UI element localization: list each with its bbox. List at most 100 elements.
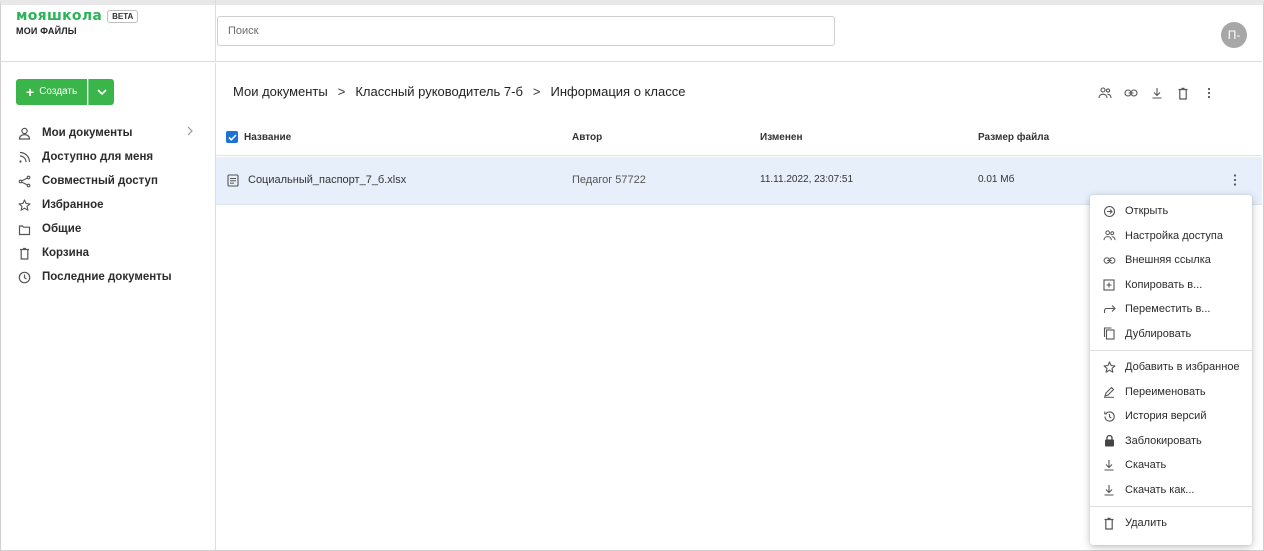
copy-plus-icon	[1102, 278, 1116, 292]
brand-logo[interactable]: мояшкола BETA МОИ ФАЙЛЫ	[16, 8, 139, 36]
menu-item-duplicate[interactable]: Дублировать	[1090, 322, 1252, 347]
brand-subtitle: МОИ ФАЙЛЫ	[16, 26, 77, 36]
star-icon	[17, 198, 31, 212]
breadcrumb-separator: >	[532, 84, 541, 99]
create-button[interactable]: + Создать	[16, 79, 88, 105]
chevron-right-icon	[187, 126, 193, 136]
menu-item-move-to[interactable]: Переместить в...	[1090, 297, 1252, 322]
breadcrumb-separator: >	[337, 84, 346, 99]
brand-name: мояшкола	[16, 8, 103, 24]
sidebar-item-recent[interactable]: Последние документы	[0, 265, 215, 289]
file-name[interactable]: Социальный_паспорт_7_б.xlsx	[248, 174, 406, 186]
column-header-modified[interactable]: Изменен	[760, 132, 803, 143]
create-dropdown-button[interactable]	[88, 79, 115, 105]
breadcrumb-item[interactable]: Мои документы	[233, 84, 328, 99]
menu-item-rename[interactable]: Переименовать	[1090, 380, 1252, 405]
beta-badge: BETA	[107, 9, 139, 23]
sidebar-item-label: Общие	[42, 223, 82, 235]
external-link-button[interactable]	[1118, 84, 1144, 102]
avatar[interactable]: П-	[1221, 22, 1247, 48]
users-icon	[1098, 87, 1112, 99]
create-button-group: + Создать	[16, 79, 115, 105]
pencil-icon	[1102, 385, 1116, 399]
delete-button[interactable]	[1170, 84, 1196, 102]
sidebar: + Создать Мои документы Доступно для мен…	[0, 63, 215, 551]
arrow-forward-icon	[1102, 302, 1116, 316]
more-vertical-icon	[1207, 87, 1211, 99]
menu-item-external-link[interactable]: Внешняя ссылка	[1090, 248, 1252, 273]
column-header-author[interactable]: Автор	[572, 132, 602, 143]
sidebar-item-label: Корзина	[42, 247, 90, 259]
sidebar-item-label: Мои документы	[42, 127, 133, 139]
sidebar-item-label: Совместный доступ	[42, 175, 158, 187]
file-size: 0.01 Мб	[978, 174, 1015, 185]
person-icon	[17, 126, 31, 140]
context-menu: Открыть Настройка доступа Внешняя ссылка…	[1090, 195, 1252, 545]
more-options-button[interactable]	[1196, 84, 1222, 102]
users-icon	[1102, 229, 1116, 243]
sidebar-item-label: Доступно для меня	[42, 151, 154, 163]
sidebar-item-favorites[interactable]: Избранное	[0, 193, 215, 217]
menu-divider	[1090, 506, 1252, 507]
rss-icon	[17, 150, 31, 164]
clock-icon	[17, 270, 31, 284]
lock-icon	[1102, 434, 1116, 448]
select-all-checkbox[interactable]	[226, 131, 238, 143]
share-icon	[17, 174, 31, 188]
menu-item-label: Настройка доступа	[1125, 229, 1223, 242]
menu-item-label: Удалить	[1125, 517, 1167, 530]
menu-item-download-as[interactable]: Скачать как...	[1090, 478, 1252, 503]
link-icon	[1124, 88, 1138, 98]
menu-item-label: Скачать как...	[1125, 483, 1195, 496]
menu-item-label: Заблокировать	[1125, 434, 1202, 447]
table-header: Название Автор Изменен Размер файла	[216, 120, 1262, 156]
column-header-name[interactable]: Название	[244, 132, 291, 143]
sidebar-item-common[interactable]: Общие	[0, 217, 215, 241]
breadcrumb-item[interactable]: Классный руководитель 7-б	[355, 84, 523, 99]
menu-item-copy-to[interactable]: Копировать в...	[1090, 273, 1252, 298]
file-modified: 11.11.2022, 23:07:51	[760, 174, 854, 185]
sidebar-item-my-documents[interactable]: Мои документы	[0, 121, 215, 145]
create-button-label: Создать	[39, 86, 78, 97]
sidebar-item-label: Избранное	[42, 199, 104, 211]
menu-item-label: Копировать в...	[1125, 278, 1203, 291]
download-icon	[1151, 87, 1163, 99]
open-icon	[1102, 204, 1116, 218]
trash-icon	[17, 246, 31, 260]
menu-item-version-history[interactable]: История версий	[1090, 404, 1252, 429]
sidebar-item-shared-access[interactable]: Совместный доступ	[0, 169, 215, 193]
star-icon	[1102, 360, 1116, 374]
menu-item-add-favorite[interactable]: Добавить в избранное	[1090, 355, 1252, 380]
breadcrumb: Мои документы > Классный руководитель 7-…	[233, 84, 685, 99]
menu-item-download[interactable]: Скачать	[1090, 453, 1252, 478]
folder-icon	[17, 222, 31, 236]
menu-item-label: Переместить в...	[1125, 303, 1211, 316]
menu-item-label: История версий	[1125, 410, 1207, 423]
breadcrumb-item-current: Информация о классе	[550, 84, 686, 99]
menu-item-label: Открыть	[1125, 205, 1169, 218]
menu-item-label: Дублировать	[1125, 327, 1192, 340]
download-button[interactable]	[1144, 84, 1170, 102]
menu-item-open[interactable]: Открыть	[1090, 199, 1252, 224]
duplicate-icon	[1102, 327, 1116, 341]
file-author: Педагог 57722	[572, 174, 646, 186]
search-input[interactable]	[217, 16, 835, 46]
access-settings-button[interactable]	[1092, 84, 1118, 102]
trash-icon	[1177, 87, 1189, 100]
menu-divider	[1090, 350, 1252, 351]
link-icon	[1102, 253, 1116, 267]
menu-item-delete[interactable]: Удалить	[1090, 511, 1252, 536]
sidebar-item-shared-with-me[interactable]: Доступно для меня	[0, 145, 215, 169]
document-icon	[227, 174, 239, 187]
menu-item-label: Добавить в избранное	[1125, 361, 1240, 374]
sidebar-item-label: Последние документы	[42, 271, 172, 283]
history-icon	[1102, 409, 1116, 423]
toolbar	[1092, 84, 1222, 102]
menu-item-lock[interactable]: Заблокировать	[1090, 429, 1252, 454]
column-header-size[interactable]: Размер файла	[978, 132, 1049, 143]
chevron-down-icon	[97, 89, 107, 95]
row-more-icon[interactable]	[1233, 173, 1237, 187]
menu-item-access-settings[interactable]: Настройка доступа	[1090, 224, 1252, 249]
sidebar-item-trash[interactable]: Корзина	[0, 241, 215, 265]
menu-item-label: Переименовать	[1125, 385, 1206, 398]
